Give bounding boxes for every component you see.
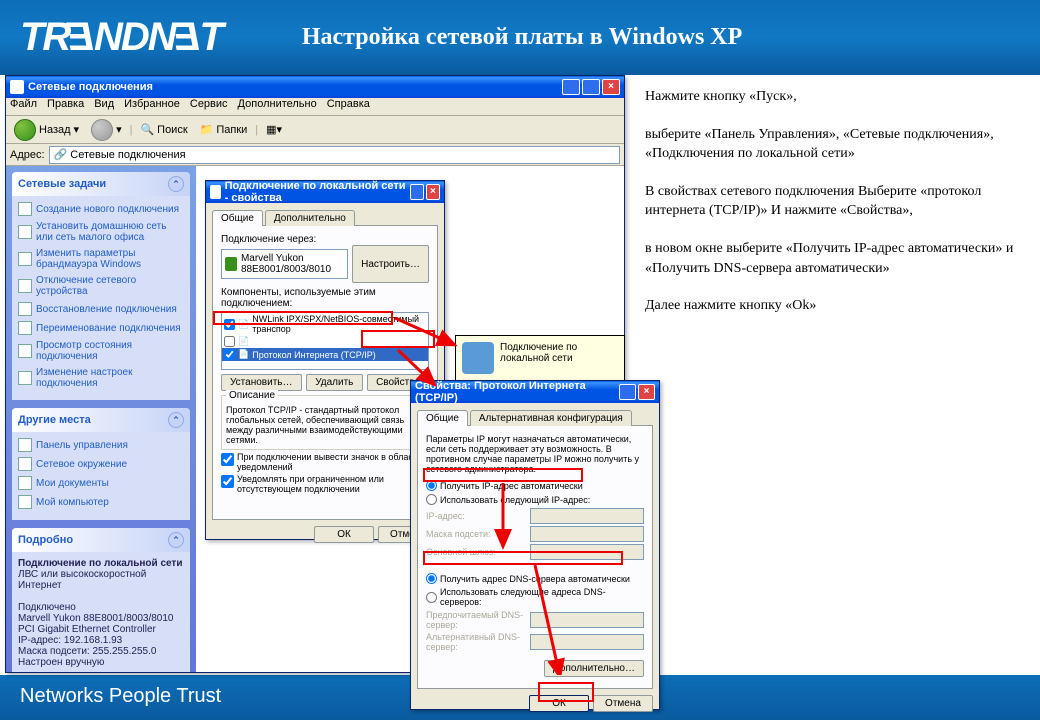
components-label: Компоненты, используемые этим подключени… — [221, 287, 429, 309]
task-item[interactable]: Изменить параметры брандмауэра Windows — [18, 248, 184, 270]
back-button[interactable]: Назад ▾ — [10, 117, 83, 143]
task-item[interactable]: Изменение настроек подключения — [18, 367, 184, 389]
connection-icon — [462, 342, 494, 374]
address-label: Адрес: — [10, 149, 45, 161]
task-item[interactable]: Отключение сетевого устройства — [18, 275, 184, 297]
window-icon — [210, 185, 221, 199]
instr-p3: В свойствах сетевого подключения Выберит… — [645, 182, 1030, 221]
connect-via-label: Подключение через: — [221, 234, 429, 245]
tab-advanced[interactable]: Дополнительно — [265, 210, 355, 226]
dialog1-title: Подключение по локальной сети - свойства — [225, 180, 408, 204]
dns-manual-radio[interactable]: Использовать следующие адреса DNS-сервер… — [426, 587, 644, 607]
address-bar: Адрес: 🔗Сетевые подключения — [6, 144, 624, 166]
tab-general[interactable]: Общие — [212, 210, 263, 226]
notify-limited-checkbox[interactable]: Уведомлять при ограниченном или отсутств… — [221, 474, 429, 494]
tasks-header[interactable]: Сетевые задачи⌃ — [12, 172, 190, 196]
nic-box: Marvell Yukon 88E8001/8003/8010 — [221, 249, 348, 279]
page-title: Настройка сетевой платы в Windows XP — [302, 24, 742, 51]
help-button[interactable] — [410, 184, 424, 200]
task-item[interactable]: Восстановление подключения — [18, 302, 184, 316]
explorer-titlebar[interactable]: Сетевые подключения × — [6, 76, 624, 98]
menubar[interactable]: ФайлПравкаВидИзбранноеСервисДополнительн… — [6, 98, 624, 116]
tab-altconfig[interactable]: Альтернативная конфигурация — [470, 410, 632, 426]
ip-para: Параметры IP могут назначаться автоматич… — [426, 434, 644, 474]
task-item[interactable]: Переименование подключения — [18, 321, 184, 335]
close-button[interactable]: × — [426, 184, 440, 200]
place-item[interactable]: Мой компьютер — [18, 495, 184, 509]
components-list[interactable]: 📄NWLink IPX/SPX/NetBIOS-совместимый тран… — [221, 312, 429, 370]
details-header[interactable]: Подробно⌃ — [12, 528, 190, 552]
ok-button[interactable]: ОК — [314, 526, 374, 543]
folders-button[interactable]: 📁 Папки — [196, 121, 252, 138]
dns-auto-radio[interactable]: Получить адрес DNS-сервера автоматически — [426, 573, 644, 584]
side-panel: Сетевые задачи⌃ Создание нового подключе… — [6, 166, 196, 672]
dns1-field — [530, 612, 644, 628]
close-button[interactable]: × — [638, 384, 655, 400]
notify-icon-checkbox[interactable]: При подключении вывести значок в области… — [221, 452, 429, 472]
ip-auto-radio[interactable]: Получить IP-адрес автоматически — [426, 480, 644, 491]
task-item[interactable]: Установить домашнюю сеть или сеть малого… — [18, 221, 184, 243]
tcpip-properties-dialog: Свойства: Протокол Интернета (TCP/IP) × … — [410, 380, 660, 710]
dialog2-title: Свойства: Протокол Интернета (TCP/IP) — [415, 380, 617, 404]
collapse-icon: ⌃ — [168, 412, 184, 428]
close-button[interactable]: × — [602, 79, 620, 95]
details-body: Подключение по локальной сети ЛВС или вы… — [12, 552, 190, 672]
views-button[interactable]: ▦▾ — [262, 121, 286, 138]
ip-manual-radio[interactable]: Использовать следующий IP-адрес: — [426, 494, 644, 505]
help-button[interactable] — [619, 384, 636, 400]
description-group: Описание Протокол TCP/IP - стандартный п… — [221, 395, 429, 450]
brand-logo: TRENDNET — [20, 15, 222, 60]
instr-p1: Нажмите кнопку «Пуск», — [645, 87, 1030, 107]
instr-p5: Далее нажмите кнопку «Ok» — [645, 296, 1030, 316]
dialog2-titlebar[interactable]: Свойства: Протокол Интернета (TCP/IP) × — [411, 381, 659, 403]
connection-tooltip: Подключение по локальной сети — [455, 335, 625, 381]
ip-field — [530, 508, 644, 524]
back-icon — [14, 119, 36, 141]
mask-field — [530, 526, 644, 542]
ok-button[interactable]: ОК — [529, 695, 589, 712]
explorer-title: Сетевые подключения — [28, 81, 153, 93]
advanced-button[interactable]: Дополнительно… — [544, 660, 644, 677]
instr-p4: в новом окне выберите «Получить IP-адрес… — [645, 239, 1030, 278]
address-input[interactable]: 🔗Сетевые подключения — [49, 146, 620, 164]
place-item[interactable]: Панель управления — [18, 438, 184, 452]
minimize-button[interactable] — [562, 79, 580, 95]
dialog1-titlebar[interactable]: Подключение по локальной сети - свойства… — [206, 181, 444, 203]
footer-text: Networks People Trust — [20, 685, 221, 707]
tab-general[interactable]: Общие — [417, 410, 468, 426]
nic-icon — [225, 257, 237, 271]
task-item[interactable]: Создание нового подключения — [18, 202, 184, 216]
configure-button[interactable]: Настроить… — [352, 245, 429, 283]
forward-button[interactable]: ▾ — [87, 117, 126, 143]
maximize-button[interactable] — [582, 79, 600, 95]
forward-icon — [91, 119, 113, 141]
uninstall-button[interactable]: Удалить — [306, 374, 364, 391]
cancel-button[interactable]: Отмена — [593, 695, 653, 712]
dns2-field — [530, 634, 644, 650]
place-item[interactable]: Сетевое окружение — [18, 457, 184, 471]
collapse-icon: ⌃ — [168, 176, 184, 192]
collapse-icon: ⌃ — [168, 532, 184, 548]
instructions-panel: Нажмите кнопку «Пуск», выберите «Панель … — [635, 75, 1040, 675]
search-button[interactable]: 🔍 Поиск — [136, 121, 191, 138]
places-header[interactable]: Другие места⌃ — [12, 408, 190, 432]
install-button[interactable]: Установить… — [221, 374, 302, 391]
place-item[interactable]: Мои документы — [18, 476, 184, 490]
instr-p2: выберите «Панель Управления», «Сетевые п… — [645, 125, 1030, 164]
task-item[interactable]: Просмотр состояния подключения — [18, 340, 184, 362]
connection-properties-dialog: Подключение по локальной сети - свойства… — [205, 180, 445, 540]
window-icon — [10, 80, 24, 94]
gateway-field — [530, 544, 644, 560]
toolbar: Назад ▾ ▾ | 🔍 Поиск 📁 Папки | ▦▾ — [6, 116, 624, 144]
